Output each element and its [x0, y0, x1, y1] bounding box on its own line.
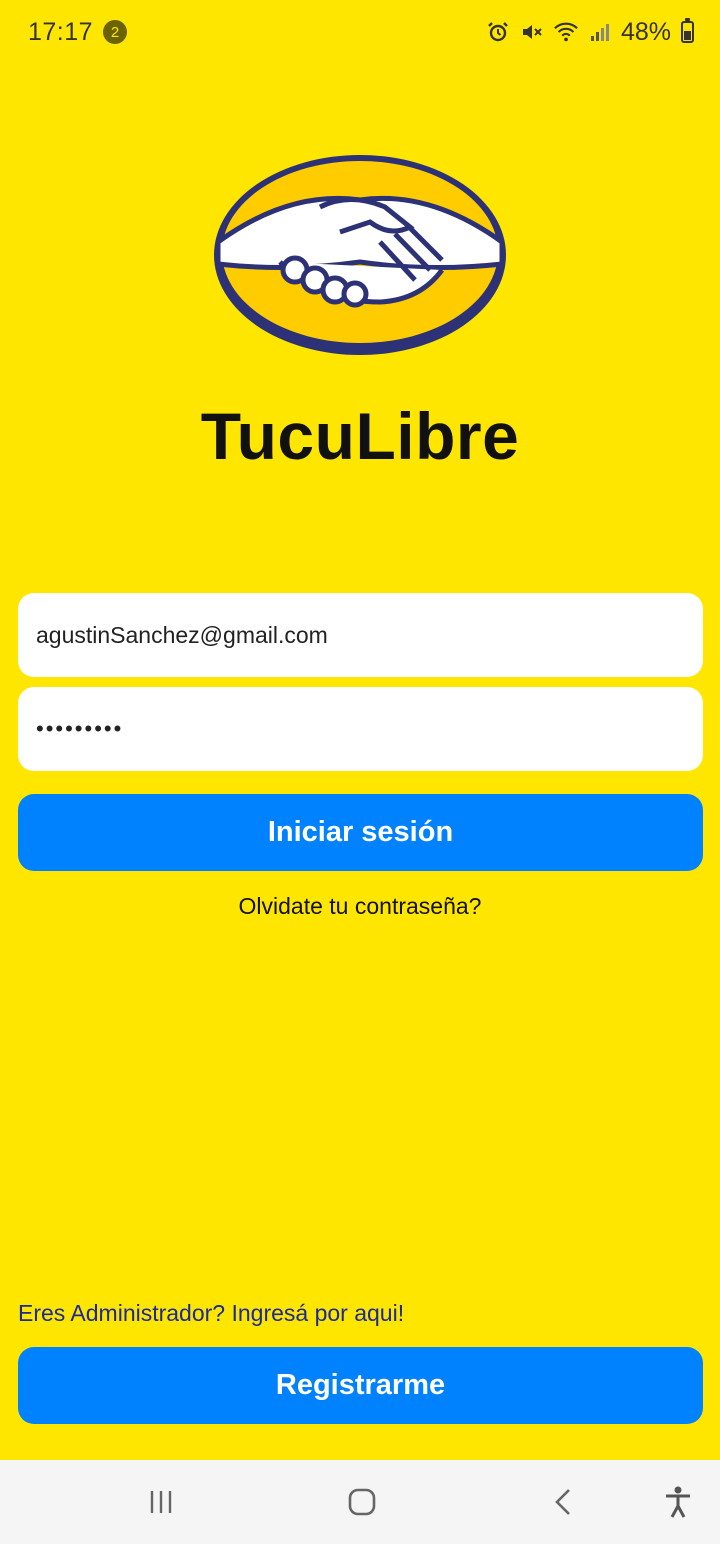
wifi-icon	[553, 19, 579, 45]
password-field[interactable]: •••••••••	[18, 687, 703, 771]
status-right: 48%	[485, 18, 694, 47]
handshake-logo-icon	[210, 152, 510, 362]
battery-percentage: 48%	[620, 17, 671, 46]
battery-icon	[681, 18, 694, 43]
accessibility-icon[interactable]	[654, 1478, 702, 1526]
recent-apps-icon[interactable]	[137, 1478, 185, 1526]
email-field[interactable]: agustinSanchez@gmail.com	[18, 593, 703, 677]
notification-count-badge: 2	[103, 20, 128, 44]
app-title: TucuLibre	[200, 399, 520, 473]
register-button[interactable]: Registrarme	[18, 1347, 703, 1424]
system-nav-bar	[0, 1460, 720, 1544]
admin-login-link[interactable]: Eres Administrador? Ingresá por aqui!	[18, 1300, 404, 1327]
forgot-password-link[interactable]: Olvidate tu contraseña?	[0, 893, 720, 920]
mute-icon	[519, 19, 545, 45]
status-bar: 17:17 2 48%	[0, 0, 720, 64]
signal-icon	[587, 19, 613, 45]
clock: 17:17	[28, 17, 94, 46]
login-button[interactable]: Iniciar sesión	[18, 794, 703, 871]
back-icon[interactable]	[540, 1478, 588, 1526]
home-icon[interactable]	[338, 1478, 386, 1526]
alarm-icon	[485, 19, 511, 45]
status-left: 17:17 2	[28, 17, 128, 47]
